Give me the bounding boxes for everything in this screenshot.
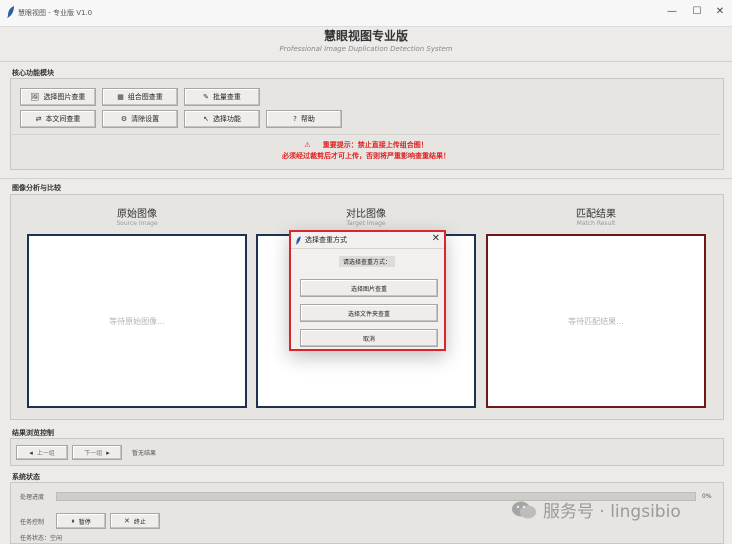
wechat-icon: [512, 501, 536, 518]
watermark: 服务号 · lingsibio: [511, 497, 681, 522]
warning-line-2: 必须经过裁剪后才可上传，否则将严重影响查重结果！: [282, 152, 450, 160]
dialog-title-divider: [291, 248, 444, 249]
select-image-check-button[interactable]: 🖼 选择图片查重: [20, 88, 96, 106]
cross-document-check-button[interactable]: ⇄ 本文间查重: [20, 110, 96, 128]
status-section-label: 系统状态: [12, 473, 40, 481]
next-group-button[interactable]: 下一组 ▸: [72, 445, 122, 460]
stop-icon: ✕: [124, 517, 130, 525]
button-label: 批量查重: [212, 93, 241, 101]
browse-section-label: 结果浏览控制: [12, 429, 54, 437]
warning-divider: [12, 134, 720, 135]
select-function-button[interactable]: ↖ 选择功能: [184, 110, 260, 128]
warning-line-1: ⚠ 重要提示：禁止直接上传组合图！: [304, 141, 428, 149]
chevron-left-icon: ◂: [29, 448, 33, 457]
button-label: 组合图查重: [127, 93, 163, 101]
stop-button[interactable]: ✕ 终止: [110, 513, 160, 529]
chevron-right-icon: ▸: [106, 448, 110, 457]
cancel-button[interactable]: 取消: [300, 329, 438, 347]
target-image-title: 对比图像: [346, 209, 386, 220]
dialog-title: 选择查重方式: [305, 236, 347, 244]
browse-status: 暂无结果: [132, 450, 157, 457]
select-folder-option-button[interactable]: 选择文件夹查重: [300, 304, 438, 322]
header-divider: [0, 61, 732, 62]
target-image-subtitle: Target Image: [346, 220, 386, 227]
match-result-subtitle: Match Result: [576, 220, 616, 227]
combined-image-check-button[interactable]: ▦ 组合图查重: [102, 88, 178, 106]
app-feather-icon: [7, 6, 14, 18]
button-label: 选择功能: [212, 115, 241, 123]
source-image-frame[interactable]: 等待原始图像...: [27, 234, 247, 408]
grid-icon: ▦: [117, 93, 124, 101]
analysis-section-label: 图像分析与比较: [12, 184, 61, 192]
button-label: 本文间查重: [45, 115, 81, 123]
dialog-feather-icon: [295, 236, 301, 245]
section-divider: [0, 178, 732, 179]
question-icon: ?: [293, 115, 297, 123]
match-result-frame[interactable]: 等待匹配结果...: [486, 234, 706, 408]
help-button[interactable]: ? 帮助: [266, 110, 342, 128]
gear-icon: ⚙: [120, 115, 128, 123]
match-result-placeholder: 等待匹配结果...: [568, 316, 624, 326]
core-section-label: 核心功能模块: [12, 69, 54, 77]
warning-icon: ⚠: [304, 141, 311, 149]
task-status-text: 任务状态：空闲: [20, 535, 63, 542]
button-label: 清除设置: [131, 115, 160, 123]
window-titlebar: 慧眼视图 - 专业版 V1.0 — ☐ ✕: [0, 0, 732, 27]
select-image-option-button[interactable]: 选择图片查重: [300, 279, 438, 297]
minimize-button[interactable]: —: [660, 4, 684, 20]
button-label: 帮助: [300, 115, 315, 123]
pause-button[interactable]: ⏸ 暂停: [56, 513, 106, 529]
app-subtitle: Professional Image Duplication Detection…: [279, 45, 453, 53]
button-label: 选择图片查重: [43, 93, 86, 101]
dialog-close-icon[interactable]: ✕: [432, 233, 440, 244]
dialog-prompt: 请选择查重方式：: [339, 256, 395, 267]
app-title: 慧眼视图专业版: [323, 29, 408, 43]
clear-settings-button[interactable]: ⚙ 清除设置: [102, 110, 178, 128]
swap-icon: ⇄: [35, 115, 42, 123]
previous-group-button[interactable]: ◂ 上一组: [16, 445, 68, 460]
close-window-button[interactable]: ✕: [708, 4, 732, 20]
source-image-placeholder: 等待原始图像...: [109, 316, 165, 326]
image-icon: 🖼: [30, 93, 40, 101]
window-title: 慧眼视图 - 专业版 V1.0: [18, 9, 93, 17]
progress-label: 处理进度: [20, 494, 45, 501]
match-result-title: 匹配结果: [576, 209, 616, 220]
progress-percent: 0%: [702, 493, 712, 500]
cursor-icon: ↖: [203, 115, 209, 123]
batch-check-button[interactable]: ✎ 批量查重: [184, 88, 260, 106]
select-check-mode-dialog: 选择查重方式 ✕ 请选择查重方式： 选择图片查重 选择文件夹查重 取消: [289, 230, 446, 351]
pause-icon: ⏸: [71, 516, 75, 525]
source-image-subtitle: Source Image: [116, 220, 158, 227]
source-image-title: 原始图像: [117, 209, 157, 220]
task-control-label: 任务控制: [20, 519, 45, 526]
maximize-button[interactable]: ☐: [685, 4, 709, 20]
pen-icon: ✎: [203, 93, 209, 101]
